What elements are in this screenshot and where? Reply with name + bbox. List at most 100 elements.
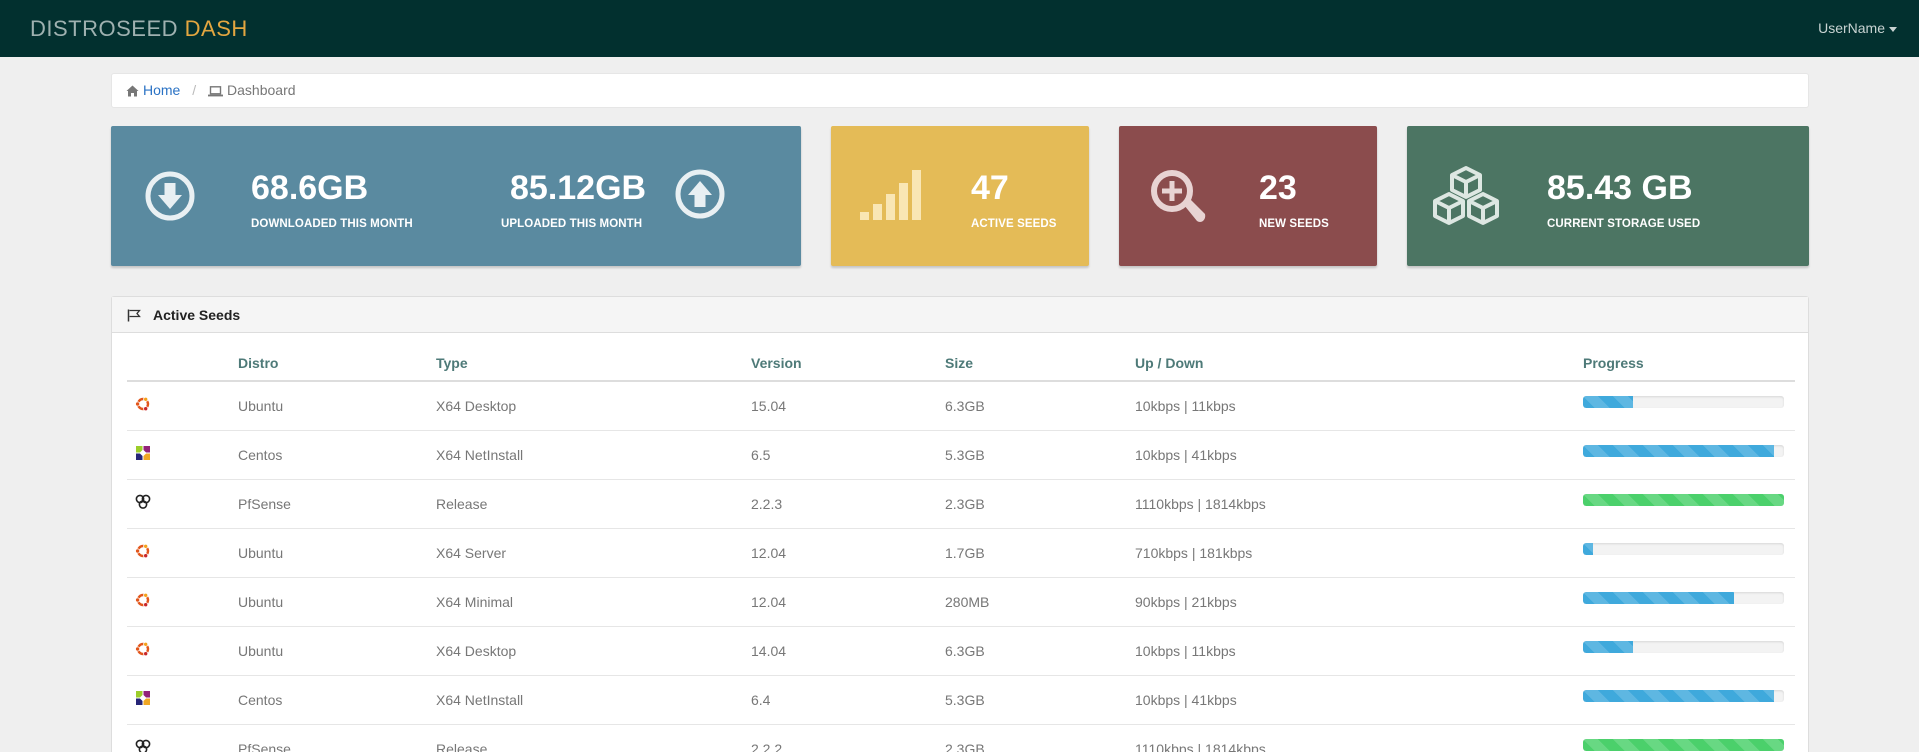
progress-cell xyxy=(1575,528,1795,578)
distro-icon-cell xyxy=(127,479,230,529)
table-row[interactable]: Ubuntu X64 Desktop 15.04 6.3GB 10kbps | 11kb… xyxy=(127,381,1795,431)
progress-bar-fill xyxy=(1583,444,1774,457)
laptop-icon xyxy=(208,86,224,97)
active-seeds-value: 47 xyxy=(971,169,1009,207)
uploaded-label: UPLOADED THIS MONTH xyxy=(501,218,643,230)
top-navbar: DISTROSEED DASH UserName xyxy=(0,0,1919,57)
table-row[interactable]: PfSense Release 2.2.3 2.3GB 1110kbps | 1814k… xyxy=(127,479,1795,529)
table-row[interactable]: Centos X64 NetInstall 6.4 5.3GB 10kbps | 41k… xyxy=(127,675,1795,725)
version-cell: 2.2.2 xyxy=(743,724,937,752)
centos-logo-icon xyxy=(135,446,151,464)
progress-cell xyxy=(1575,577,1795,627)
home-icon xyxy=(126,85,139,97)
distro-icon-cell xyxy=(127,528,230,578)
distro-cell: Ubuntu xyxy=(230,381,428,431)
version-cell: 2.2.3 xyxy=(743,479,937,529)
breadcrumb-separator: / xyxy=(192,82,197,98)
type-cell: X64 Server xyxy=(428,528,743,578)
breadcrumb-current: Dashboard xyxy=(227,82,296,98)
progress-cell xyxy=(1575,724,1795,752)
size-cell: 2.3GB xyxy=(937,479,1127,529)
size-cell: 5.3GB xyxy=(937,430,1127,480)
ubuntu-logo-icon xyxy=(135,397,151,415)
column-header-icon xyxy=(127,345,230,382)
storage-value: 85.43 GB xyxy=(1547,169,1693,207)
brand-logo[interactable]: DISTROSEED DASH xyxy=(30,16,248,42)
table-row[interactable]: Ubuntu X64 Minimal 12.04 280MB 90kbps | 21kb… xyxy=(127,577,1795,627)
progress-cell xyxy=(1575,430,1795,480)
distro-cell: Centos xyxy=(230,430,428,480)
pfsense-logo-icon xyxy=(135,494,151,513)
new-seeds-value: 23 xyxy=(1259,169,1297,207)
breadcrumb-home-link[interactable]: Home xyxy=(143,82,180,98)
active-seeds-table: Distro Type Version Size Up / Down Progr… xyxy=(127,345,1795,752)
distro-icon-cell xyxy=(127,430,230,480)
column-header-updown[interactable]: Up / Down xyxy=(1127,345,1575,382)
version-cell: 6.5 xyxy=(743,430,937,480)
type-cell: X64 Desktop xyxy=(428,381,743,431)
distro-cell: Centos xyxy=(230,675,428,725)
column-header-distro[interactable]: Distro xyxy=(230,345,428,382)
breadcrumb: Home / Dashboard xyxy=(111,73,1809,108)
size-cell: 2.3GB xyxy=(937,724,1127,752)
progress-bar-fill xyxy=(1583,738,1784,751)
ubuntu-logo-icon xyxy=(135,592,151,611)
type-cell: X64 NetInstall xyxy=(428,675,743,725)
updown-cell: 710kbps | 181kbps xyxy=(1127,528,1575,578)
upload-circle-icon xyxy=(675,169,725,219)
updown-cell: 10kbps | 41kbps xyxy=(1127,430,1575,480)
progress-bar xyxy=(1583,738,1784,751)
active-seeds-tile: 47 ACTIVE SEEDS xyxy=(831,126,1089,266)
new-seeds-label: NEW SEEDS xyxy=(1259,218,1329,230)
downloaded-value: 68.6GB xyxy=(251,169,369,207)
uploaded-value: 85.12GB xyxy=(510,169,647,207)
table-row[interactable]: Ubuntu X64 Server 12.04 1.7GB 710kbps | 181k… xyxy=(127,528,1795,578)
progress-bar xyxy=(1583,591,1784,604)
version-cell: 12.04 xyxy=(743,577,937,627)
type-cell: X64 Minimal xyxy=(428,577,743,627)
progress-bar-fill xyxy=(1583,640,1634,653)
table-row[interactable]: Ubuntu X64 Desktop 14.04 6.3GB 10kbps | 11kb… xyxy=(127,626,1795,676)
zoom-in-icon xyxy=(1151,170,1206,222)
progress-cell xyxy=(1575,381,1795,431)
active-seeds-label: ACTIVE SEEDS xyxy=(971,218,1057,230)
distro-icon-cell xyxy=(127,626,230,676)
storage-tile: 85.43 GB CURRENT STORAGE USED xyxy=(1407,126,1809,266)
updown-cell: 1110kbps | 1814kbps xyxy=(1127,724,1575,752)
brand-name: DISTROSEED xyxy=(30,16,179,41)
panel-title: Active Seeds xyxy=(153,307,241,323)
column-header-size[interactable]: Size xyxy=(937,345,1127,382)
type-cell: Release xyxy=(428,724,743,752)
column-header-progress[interactable]: Progress xyxy=(1575,345,1795,382)
version-cell: 15.04 xyxy=(743,381,937,431)
updown-cell: 10kbps | 11kbps xyxy=(1127,381,1575,431)
distro-icon-cell xyxy=(127,381,230,431)
table-row[interactable]: PfSense Release 2.2.2 2.3GB 1110kbps | 1814k… xyxy=(127,724,1795,752)
type-cell: Release xyxy=(428,479,743,529)
table-row[interactable]: Centos X64 NetInstall 6.5 5.3GB 10kbps | 41k… xyxy=(127,430,1795,480)
column-header-type[interactable]: Type xyxy=(428,345,743,382)
progress-cell xyxy=(1575,479,1795,529)
new-seeds-tile: 23 NEW SEEDS xyxy=(1119,126,1377,266)
progress-cell xyxy=(1575,626,1795,676)
user-menu-dropdown[interactable]: UserName xyxy=(1818,20,1897,36)
ubuntu-logo-icon xyxy=(135,543,151,562)
progress-bar xyxy=(1583,640,1784,653)
type-cell: X64 NetInstall xyxy=(428,430,743,480)
version-cell: 14.04 xyxy=(743,626,937,676)
progress-bar xyxy=(1583,689,1784,702)
updown-cell: 10kbps | 41kbps xyxy=(1127,675,1575,725)
panel-heading: Active Seeds xyxy=(112,297,1808,333)
version-cell: 12.04 xyxy=(743,528,937,578)
updown-cell: 10kbps | 11kbps xyxy=(1127,626,1575,676)
column-header-version[interactable]: Version xyxy=(743,345,937,382)
distro-icon-cell xyxy=(127,724,230,752)
size-cell: 6.3GB xyxy=(937,626,1127,676)
size-cell: 1.7GB xyxy=(937,528,1127,578)
updown-cell: 1110kbps | 1814kbps xyxy=(1127,479,1575,529)
ubuntu-logo-icon xyxy=(135,641,151,660)
type-cell: X64 Desktop xyxy=(428,626,743,676)
size-cell: 5.3GB xyxy=(937,675,1127,725)
centos-logo-icon xyxy=(135,691,151,709)
distro-cell: PfSense xyxy=(230,479,428,529)
